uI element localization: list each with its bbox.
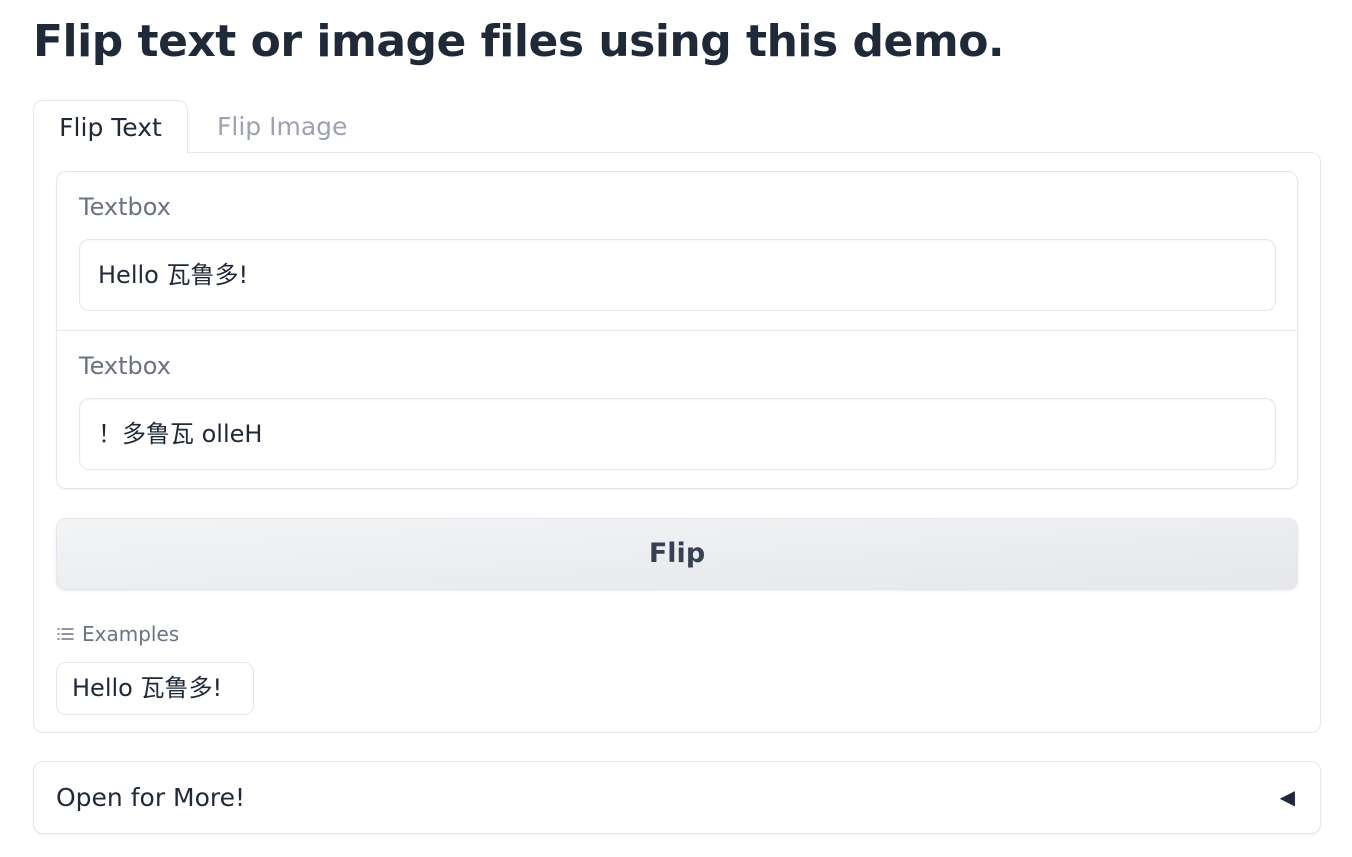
accordion-label: Open for More!	[56, 783, 246, 812]
output-textbox-block: Textbox ！多鲁瓦 olleH	[57, 330, 1297, 488]
examples-header: Examples	[56, 621, 179, 647]
input-textbox[interactable]: Hello 瓦鲁多!	[79, 239, 1276, 311]
collapse-arrow-icon[interactable]: ◀	[1280, 762, 1295, 833]
tab-panel-flip-text: Textbox Hello 瓦鲁多! Textbox ！多鲁瓦 olleH Fl…	[33, 152, 1321, 733]
tab-bar: Flip Text Flip Image	[33, 100, 1321, 154]
textbox-form: Textbox Hello 瓦鲁多! Textbox ！多鲁瓦 olleH	[56, 171, 1298, 489]
flip-button[interactable]: Flip	[56, 518, 1298, 590]
tab-flip-image[interactable]: Flip Image	[217, 100, 377, 153]
tab-flip-text[interactable]: Flip Text	[33, 100, 188, 154]
page: Flip text or image files using this demo…	[0, 0, 1352, 857]
output-textbox[interactable]: ！多鲁瓦 olleH	[79, 398, 1276, 470]
example-item[interactable]: Hello 瓦鲁多!	[56, 662, 254, 715]
page-title: Flip text or image files using this demo…	[33, 16, 1005, 67]
accordion-open-for-more[interactable]: Open for More! ◀	[33, 761, 1321, 834]
output-textbox-label: Textbox	[79, 352, 171, 380]
input-textbox-label: Textbox	[79, 193, 171, 221]
list-icon	[56, 621, 76, 647]
examples-header-label: Examples	[82, 622, 180, 646]
input-textbox-block: Textbox Hello 瓦鲁多!	[57, 172, 1297, 330]
